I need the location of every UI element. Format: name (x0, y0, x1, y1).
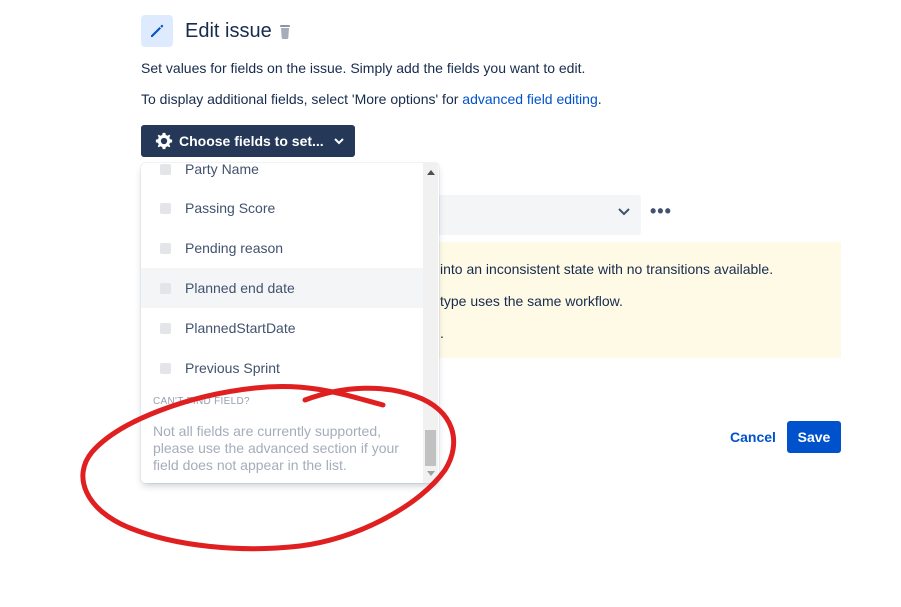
more-options-icon[interactable]: ••• (650, 201, 672, 222)
advanced-editing-hint: To display additional fields, select 'Mo… (141, 91, 602, 107)
checkbox[interactable] (160, 242, 171, 254)
save-button[interactable]: Save (787, 421, 841, 453)
list-item-label: Passing Score (185, 200, 276, 216)
list-item-label: Previous Sprint (185, 360, 280, 376)
warning-line-2: type uses the same workflow. (440, 293, 623, 309)
list-item[interactable]: Previous Sprint (141, 348, 424, 388)
list-item-label: PlannedStartDate (185, 320, 296, 336)
checkbox[interactable] (160, 282, 171, 294)
field-select[interactable] (436, 195, 641, 235)
hint-text: To display additional fields, select 'Mo… (141, 91, 463, 107)
chevron-down-icon[interactable] (617, 207, 631, 217)
cant-find-note: Not all fields are currently supported, … (153, 423, 399, 473)
list-item-label: Party Name (185, 163, 259, 177)
checkbox[interactable] (160, 163, 171, 175)
gear-icon (155, 132, 173, 150)
cancel-button[interactable]: Cancel (730, 429, 776, 445)
list-item-label: Planned end date (185, 280, 295, 296)
cant-find-heading: CAN'T FIND FIELD? (153, 396, 250, 407)
list-item-label: Pending reason (185, 240, 284, 256)
checkbox[interactable] (160, 322, 171, 334)
trash-icon[interactable] (278, 24, 292, 40)
list-item[interactable]: PlannedStartDate (141, 308, 424, 348)
fields-dropdown: Party Name Passing Score Pending reason … (141, 163, 439, 483)
warning-line-3: . (440, 325, 444, 341)
choose-fields-label: Choose fields to set... (179, 133, 324, 149)
checkbox[interactable] (160, 362, 171, 374)
list-item[interactable]: Passing Score (141, 188, 424, 228)
choose-fields-button[interactable]: Choose fields to set... (141, 125, 355, 157)
hint-suffix: . (597, 91, 602, 107)
page-title: Edit issue (185, 20, 272, 42)
checkbox[interactable] (160, 202, 171, 214)
warning-line-1: into an inconsistent state with no trans… (440, 261, 774, 277)
scroll-down-arrow-icon[interactable] (427, 471, 435, 476)
warning-panel: into an inconsistent state with no trans… (436, 242, 841, 358)
pencil-icon (141, 15, 173, 47)
list-item[interactable]: Party Name (141, 163, 424, 189)
chevron-down-icon (333, 137, 344, 144)
scrollbar-thumb[interactable] (425, 430, 436, 466)
list-item[interactable]: Planned end date (141, 268, 424, 308)
description-text: Set values for fields on the issue. Simp… (141, 60, 586, 76)
advanced-field-editing-link[interactable]: advanced field editing (462, 91, 597, 107)
list-item[interactable]: Pending reason (141, 228, 424, 268)
scroll-up-arrow-icon[interactable] (427, 170, 435, 175)
